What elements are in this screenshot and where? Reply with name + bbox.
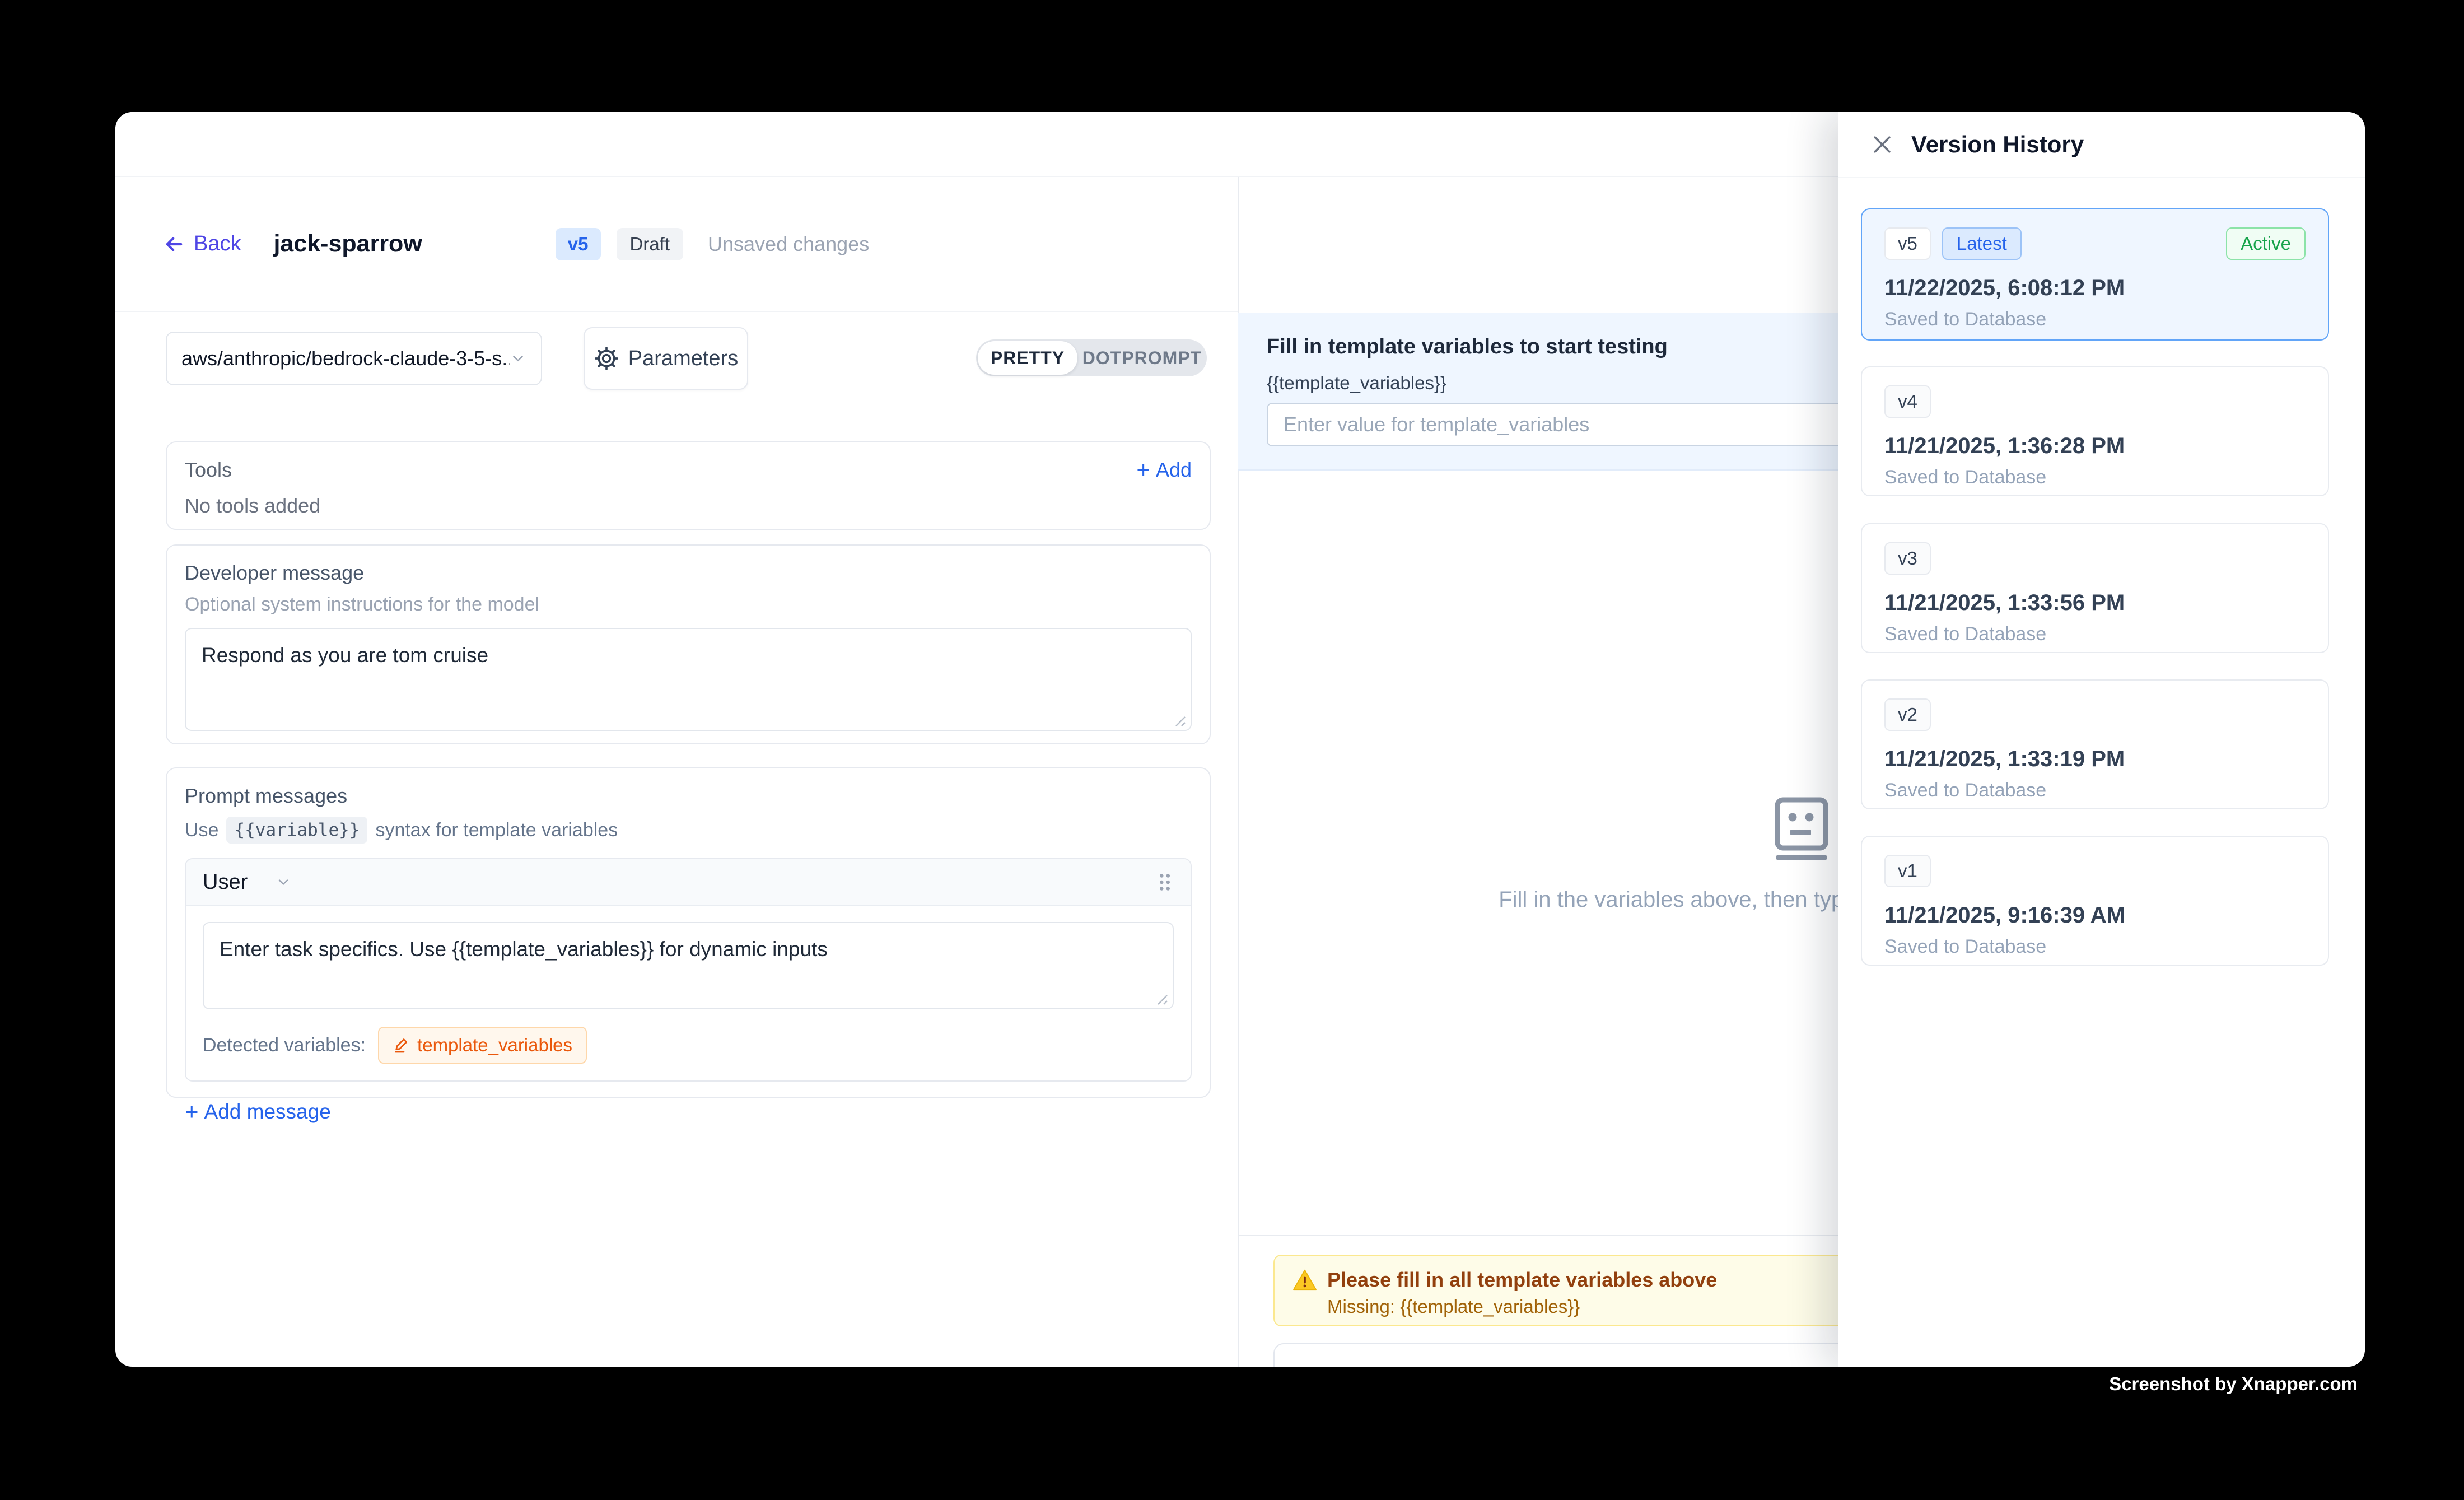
tools-title: Tools bbox=[185, 458, 232, 482]
detected-variables-label: Detected variables: bbox=[203, 1035, 366, 1056]
version-timestamp: 11/22/2025, 6:08:12 PM bbox=[1884, 276, 2306, 301]
developer-message-textarea[interactable]: Respond as you are tom cruise bbox=[185, 628, 1192, 731]
version-status: Saved to Database bbox=[1884, 780, 2306, 802]
page-title: jack-sparrow bbox=[273, 230, 422, 258]
latest-badge: Latest bbox=[1942, 227, 2022, 260]
developer-message-title: Developer message bbox=[185, 561, 1192, 585]
version-badge: v5 bbox=[556, 228, 601, 260]
version-card[interactable]: v5 Latest Active 11/22/2025, 6:08:12 PM … bbox=[1861, 208, 2329, 341]
role-select[interactable]: User bbox=[203, 870, 291, 895]
version-timestamp: 11/21/2025, 1:33:56 PM bbox=[1884, 590, 2306, 616]
role-select-value: User bbox=[203, 870, 248, 895]
version-status: Saved to Database bbox=[1884, 936, 2306, 958]
tools-card: Tools + Add No tools added bbox=[166, 441, 1211, 530]
pencil-icon bbox=[393, 1036, 410, 1054]
desktop-background: Back jack-sparrow v5 Draft Unsaved chang… bbox=[0, 0, 2464, 1500]
developer-message-subtitle: Optional system instructions for the mod… bbox=[185, 594, 1192, 616]
prompt-messages-card: Prompt messages Use {{variable}} syntax … bbox=[166, 767, 1211, 1098]
version-history-title: Version History bbox=[1911, 131, 2084, 158]
add-tool-label: Add bbox=[1156, 458, 1192, 482]
hint-suffix: syntax for template variables bbox=[375, 819, 618, 841]
version-history-panel: Version History v5 Latest Active 11/22/2… bbox=[1838, 112, 2365, 1367]
chevron-down-icon bbox=[510, 350, 526, 367]
toggle-option-pretty[interactable]: PRETTY bbox=[978, 341, 1077, 375]
close-button[interactable] bbox=[1870, 132, 1894, 157]
prompt-message-block: User bbox=[185, 858, 1192, 1082]
prompt-message-textarea[interactable]: Enter task specifics. Use {{template_var… bbox=[203, 922, 1174, 1009]
editor-header: Back jack-sparrow v5 Draft Unsaved chang… bbox=[115, 177, 1238, 312]
unsaved-changes-text: Unsaved changes bbox=[708, 232, 869, 256]
version-status: Saved to Database bbox=[1884, 309, 2306, 330]
version-card[interactable]: v3 11/21/2025, 1:33:56 PM Saved to Datab… bbox=[1861, 523, 2329, 653]
bot-face-icon bbox=[1774, 796, 1830, 863]
version-id-badge: v2 bbox=[1884, 698, 1931, 731]
add-message-button[interactable]: + Add message bbox=[185, 1098, 331, 1125]
version-status: Saved to Database bbox=[1884, 467, 2306, 488]
version-timestamp: 11/21/2025, 9:16:39 AM bbox=[1884, 903, 2306, 928]
back-label: Back bbox=[194, 232, 241, 256]
detected-variables-row: Detected variables: template_variables bbox=[203, 1027, 1174, 1064]
version-id-badge: v3 bbox=[1884, 542, 1931, 575]
screenshot-watermark: Screenshot by Xnapper.com bbox=[2109, 1373, 2358, 1395]
version-timestamp: 11/21/2025, 1:36:28 PM bbox=[1884, 434, 2306, 459]
plus-icon: + bbox=[1136, 458, 1150, 482]
app-window: Back jack-sparrow v5 Draft Unsaved chang… bbox=[115, 112, 2365, 1367]
hint-prefix: Use bbox=[185, 819, 218, 841]
plus-icon: + bbox=[185, 1098, 199, 1125]
variable-syntax-hint: Use {{variable}} syntax for template var… bbox=[185, 817, 1192, 844]
version-card[interactable]: v4 11/21/2025, 1:36:28 PM Saved to Datab… bbox=[1861, 366, 2329, 496]
format-toggle: PRETTY DOTPROMPT bbox=[976, 339, 1207, 376]
drag-handle-icon[interactable] bbox=[1156, 869, 1174, 895]
add-message-label: Add message bbox=[204, 1100, 331, 1124]
model-select-value: aws/anthropic/bedrock-claude-3-5-s... bbox=[181, 347, 510, 370]
close-icon bbox=[1870, 132, 1894, 157]
detected-variable-chip[interactable]: template_variables bbox=[378, 1027, 587, 1064]
version-id-badge: v4 bbox=[1884, 385, 1931, 418]
version-status: Saved to Database bbox=[1884, 623, 2306, 645]
warning-title: Please fill in all template variables ab… bbox=[1327, 1268, 1717, 1292]
detected-variable-name: template_variables bbox=[417, 1035, 572, 1056]
chevron-down-icon bbox=[276, 874, 291, 890]
add-tool-button[interactable]: + Add bbox=[1136, 458, 1192, 482]
tools-empty-text: No tools added bbox=[185, 494, 1192, 518]
prompt-messages-title: Prompt messages bbox=[185, 784, 1192, 808]
version-id-badge: v5 bbox=[1884, 227, 1931, 260]
parameters-label: Parameters bbox=[628, 347, 738, 371]
version-card[interactable]: v2 11/21/2025, 1:33:19 PM Saved to Datab… bbox=[1861, 679, 2329, 809]
version-history-header: Version History bbox=[1838, 112, 2365, 178]
toggle-option-dotprompt[interactable]: DOTPROMPT bbox=[1077, 348, 1207, 369]
version-card[interactable]: v1 11/21/2025, 9:16:39 AM Saved to Datab… bbox=[1861, 836, 2329, 966]
developer-message-card: Developer message Optional system instru… bbox=[166, 544, 1211, 744]
message-header: User bbox=[186, 859, 1191, 906]
warning-triangle-icon bbox=[1292, 1269, 1317, 1291]
variable-code-chip: {{variable}} bbox=[226, 817, 367, 844]
active-badge: Active bbox=[2226, 227, 2306, 260]
gear-icon bbox=[594, 346, 619, 371]
model-select[interactable]: aws/anthropic/bedrock-claude-3-5-s... bbox=[166, 332, 542, 385]
version-timestamp: 11/21/2025, 1:33:19 PM bbox=[1884, 747, 2306, 772]
arrow-left-icon bbox=[162, 232, 186, 256]
back-button[interactable]: Back bbox=[162, 232, 241, 256]
version-id-badge: v1 bbox=[1884, 855, 1931, 887]
draft-status-badge: Draft bbox=[617, 228, 684, 260]
parameters-button[interactable]: Parameters bbox=[584, 327, 748, 390]
